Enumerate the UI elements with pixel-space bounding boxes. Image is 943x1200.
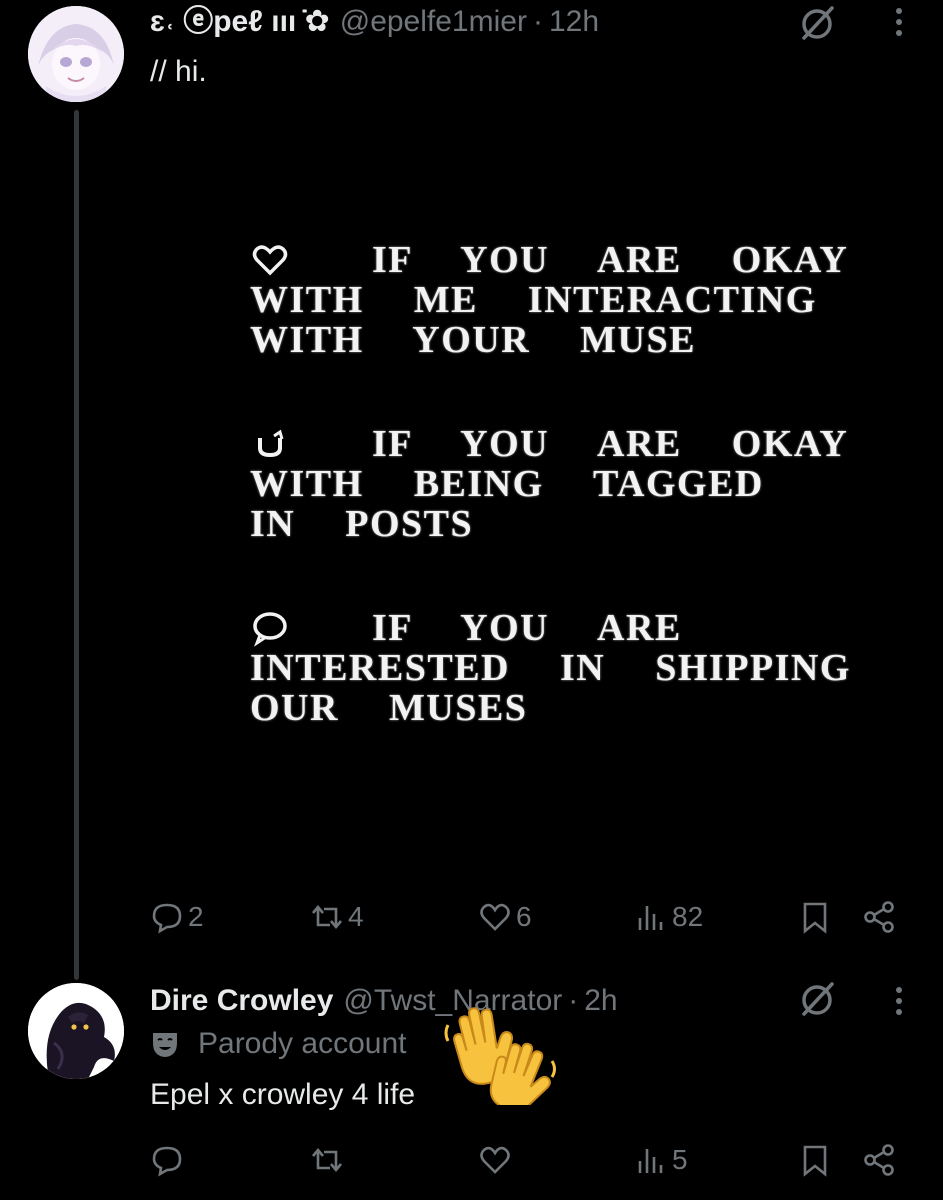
grok-icon[interactable]: [796, 2, 838, 44]
more-options-icon[interactable]: [884, 983, 914, 1019]
heart-icon: [480, 903, 510, 931]
post-epel[interactable]: ɛ˓ ⓔpeℓ ııı ̇✿ @epelfe1mier · 12h // hi.…: [0, 0, 943, 980]
handle[interactable]: @epelfe1mier: [340, 2, 527, 42]
analytics-icon: [638, 1149, 663, 1173]
bookmark-button[interactable]: [798, 892, 832, 942]
post-text: Epel x crowley 4 life: [150, 1078, 416, 1111]
share-icon: [864, 901, 894, 933]
reply-icon: [152, 1146, 182, 1177]
post-header: ɛ˓ ⓔpeℓ ııı ̇✿ @epelfe1mier · 12h: [150, 2, 599, 42]
like-button[interactable]: 6: [478, 892, 532, 942]
media-line: WITH BEING TAGGED: [250, 463, 764, 505]
display-name[interactable]: Dire Crowley: [150, 981, 333, 1021]
reply-icon: [152, 903, 182, 934]
repost-button[interactable]: 4: [310, 892, 364, 942]
media-line: IF YOU ARE OKAY: [372, 239, 849, 281]
bookmark-icon: [803, 1145, 827, 1177]
separator-dot: ·: [532, 5, 543, 38]
display-name[interactable]: ɛ˓ ⓔpeℓ ııı ̇✿: [150, 2, 330, 42]
bookmark-icon: [803, 902, 827, 934]
reply-button[interactable]: [150, 1135, 188, 1185]
theater-mask-icon: [153, 1033, 177, 1057]
repost-count: 4: [348, 901, 364, 932]
separator-dot: ·: [568, 984, 579, 1017]
media-line: OUR MUSES: [250, 687, 528, 729]
parody-label: Parody account: [150, 1027, 406, 1061]
reply-button[interactable]: 2: [150, 892, 204, 942]
post-text: // hi.: [150, 55, 207, 88]
media-line: IF YOU ARE: [372, 607, 682, 649]
analytics-icon: [638, 906, 663, 930]
media-line: IF YOU ARE OKAY: [372, 423, 849, 465]
like-button[interactable]: [478, 1135, 516, 1185]
share-button[interactable]: [862, 892, 896, 942]
media-line: INTERESTED IN SHIPPING: [250, 647, 851, 689]
post-media-image[interactable]: IF YOU ARE OKAY WITH ME INTERACTING WITH…: [150, 110, 943, 870]
repost-button[interactable]: [310, 1135, 348, 1185]
grok-icon[interactable]: [796, 978, 838, 1020]
view-count: 82: [672, 901, 704, 932]
view-count: 5: [672, 1144, 688, 1175]
media-text-block-1: IF YOU ARE OKAY WITH ME INTERACTING WITH…: [250, 240, 848, 360]
repost-icon: [312, 1147, 342, 1173]
avatar-crowley[interactable]: [28, 983, 124, 1079]
waving-hands-emoji: [444, 1007, 556, 1105]
media-text-block-3: IF YOU ARE INTERESTED IN SHIPPING OUR MU…: [250, 608, 851, 728]
more-options-icon[interactable]: [884, 4, 914, 40]
views-button[interactable]: 5: [634, 1135, 688, 1185]
thread-line: [74, 110, 79, 980]
media-line: IN POSTS: [250, 503, 474, 545]
share-icon: [864, 1144, 894, 1176]
reply-count: 2: [188, 901, 204, 932]
action-bar: 5: [150, 1135, 920, 1185]
bookmark-button[interactable]: [798, 1135, 832, 1185]
action-bar: 2 4 6 82: [150, 892, 920, 942]
timestamp[interactable]: 2h: [584, 981, 617, 1021]
share-button[interactable]: [862, 1135, 896, 1185]
avatar-epel[interactable]: [28, 6, 124, 102]
media-line: WITH YOUR MUSE: [250, 319, 696, 361]
views-button[interactable]: 82: [634, 892, 703, 942]
timestamp[interactable]: 12h: [549, 2, 599, 42]
media-line: WITH ME INTERACTING: [250, 279, 817, 321]
repost-icon: [312, 904, 342, 930]
media-text-block-2: IF YOU ARE OKAY WITH BEING TAGGED IN POS…: [250, 424, 848, 544]
heart-icon: [480, 1146, 510, 1174]
like-count: 6: [516, 901, 532, 932]
post-crowley[interactable]: Dire Crowley @Twst_Narrator · 2h Parody …: [0, 975, 943, 1200]
parody-label-text: Parody account: [198, 1027, 407, 1060]
